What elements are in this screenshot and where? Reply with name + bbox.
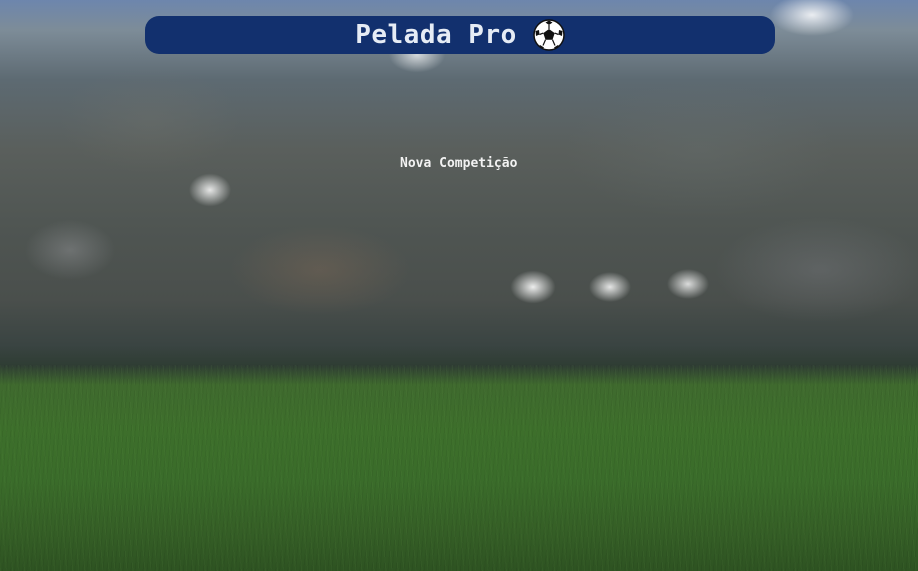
app-header: Pelada Pro	[145, 16, 775, 54]
grass-field	[0, 365, 918, 571]
app-title: Pelada Pro	[355, 20, 517, 50]
soccer-ball-icon	[533, 19, 565, 51]
new-competition-link[interactable]: Nova Competição	[400, 156, 517, 171]
